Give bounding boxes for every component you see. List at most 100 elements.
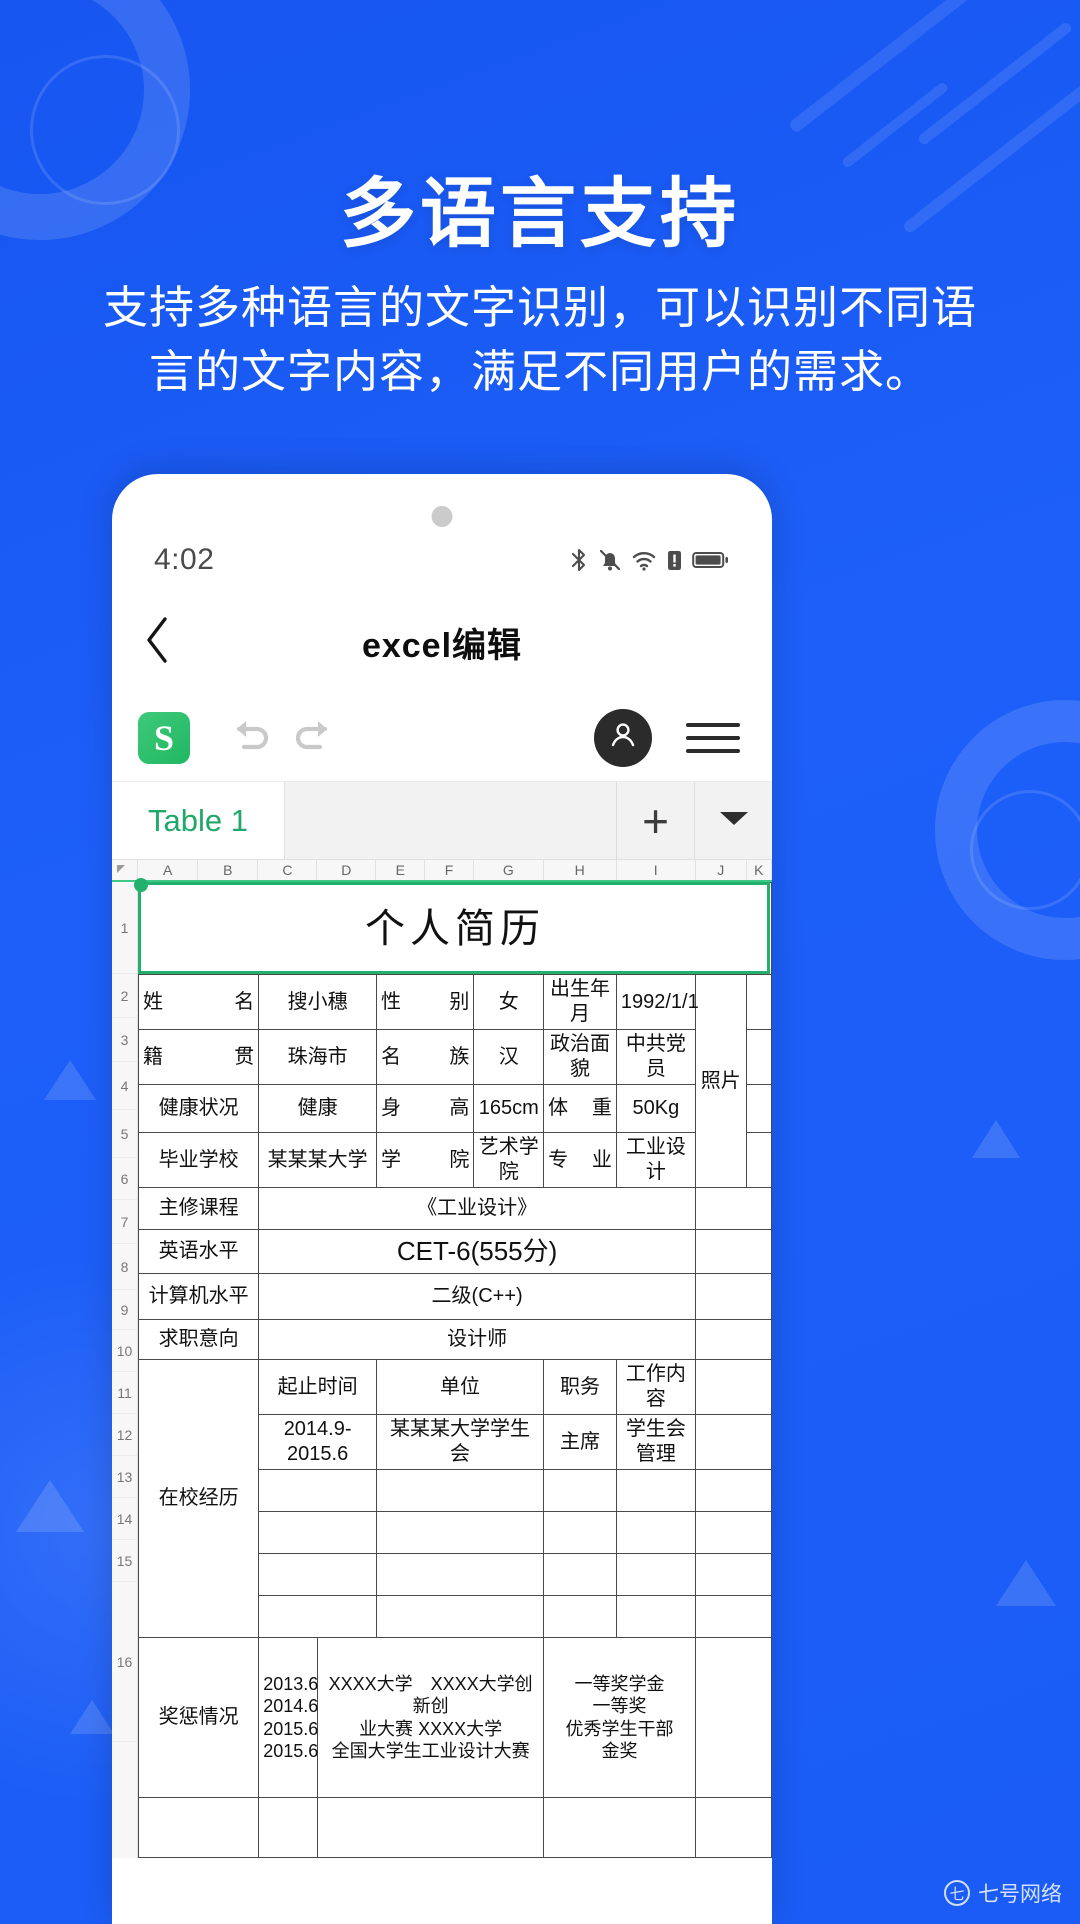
cell-empty[interactable] — [745, 1084, 772, 1133]
cell-height-label[interactable]: 身高 — [375, 1084, 475, 1133]
column-header-F[interactable]: F — [425, 860, 474, 880]
row-header-15[interactable]: 15 — [112, 1540, 137, 1582]
cell-awards-dates[interactable]: 2013.6 2014.6 2015.6 2015.6 — [258, 1637, 318, 1798]
cell-birth-value[interactable]: 1992/1/1 — [615, 974, 699, 1030]
undo-button[interactable] — [220, 707, 282, 769]
cell-empty[interactable] — [694, 1187, 772, 1230]
column-header-E[interactable]: E — [376, 860, 426, 880]
account-avatar-button[interactable] — [594, 708, 652, 767]
cell-awards-events[interactable]: XXXX大学 XXXX大学创新创 业大赛 XXXX大学 全国大学生工业设计大赛 — [317, 1637, 545, 1798]
column-header-G[interactable]: G — [474, 860, 544, 880]
cell-photo[interactable]: 照片 — [694, 974, 747, 1188]
cell-empty[interactable] — [694, 1797, 772, 1858]
column-header-C[interactable]: C — [258, 860, 318, 880]
row-header-10[interactable]: 10 — [112, 1330, 137, 1372]
cell-empty[interactable] — [745, 974, 772, 1030]
cell-awards-results[interactable]: 一等奖学金 一等奖 优秀学生干部 金奖 — [543, 1637, 696, 1798]
cell-exp-role[interactable] — [543, 1595, 617, 1638]
cell-weight-label[interactable]: 体重 — [543, 1084, 617, 1133]
cell-college-label[interactable]: 学院 — [375, 1132, 475, 1188]
cell-sex-label[interactable]: 性别 — [375, 974, 475, 1030]
cell-exp-header-time[interactable]: 起止时间 — [258, 1359, 377, 1415]
cell-exp-role[interactable]: 主席 — [543, 1414, 617, 1470]
sheet-body[interactable]: 个人简历 姓名 搜小穗 性别 女 出生年月 1992/1/1 照片 籍贯 珠海市… — [134, 878, 772, 1858]
cell-intention-value[interactable]: 设计师 — [258, 1319, 696, 1360]
column-header-D[interactable]: D — [317, 860, 377, 880]
sheet-tab-table1[interactable]: Table 1 — [112, 782, 285, 859]
sheet-dropdown-button[interactable] — [694, 782, 772, 859]
column-header-I[interactable]: I — [617, 860, 696, 880]
cell-exp-unit[interactable] — [375, 1469, 545, 1512]
row-header-8[interactable]: 8 — [112, 1244, 137, 1290]
cell-courses-value[interactable]: 《工业设计》 — [258, 1187, 696, 1230]
cell-empty[interactable] — [694, 1595, 772, 1638]
cell-exp-work[interactable] — [615, 1595, 696, 1638]
cell-nation-value[interactable]: 汉 — [473, 1029, 545, 1085]
cell-exp-unit[interactable] — [375, 1553, 545, 1596]
cell-exp-time[interactable] — [258, 1553, 377, 1596]
cell-empty[interactable] — [694, 1511, 772, 1554]
cell-exp-time[interactable] — [258, 1469, 377, 1512]
cell-nation-label[interactable]: 名族 — [375, 1029, 475, 1085]
row-header-3[interactable]: 3 — [112, 1018, 137, 1062]
cell-empty[interactable] — [694, 1469, 772, 1512]
row-header-14[interactable]: 14 — [112, 1498, 137, 1540]
column-header-A[interactable]: A — [138, 860, 199, 880]
cell-politics-label[interactable]: 政治面貌 — [543, 1029, 617, 1085]
cell-english-value[interactable]: CET-6(555分) — [258, 1229, 696, 1274]
column-header-B[interactable]: B — [198, 860, 259, 880]
menu-button[interactable] — [686, 722, 740, 753]
grid-corner-button[interactable] — [112, 860, 138, 880]
cell-empty[interactable] — [258, 1797, 319, 1858]
row-header-16[interactable]: 16 — [112, 1582, 137, 1742]
cell-computer-value[interactable]: 二级(C++) — [258, 1273, 696, 1320]
cell-computer-label[interactable]: 计算机水平 — [137, 1273, 260, 1320]
cell-height-value[interactable]: 165cm — [473, 1084, 545, 1133]
cell-empty[interactable] — [694, 1637, 772, 1798]
cell-empty[interactable] — [137, 1797, 260, 1858]
row-header-6[interactable]: 6 — [112, 1158, 137, 1200]
row-header-13[interactable]: 13 — [112, 1456, 137, 1498]
cell-college-value[interactable]: 艺术学院 — [473, 1132, 545, 1188]
cell-school-label[interactable]: 毕业学校 — [137, 1132, 260, 1188]
row-header-7[interactable]: 7 — [112, 1200, 137, 1244]
cell-exp-header-role[interactable]: 职务 — [543, 1359, 617, 1415]
cell-empty[interactable] — [694, 1414, 772, 1470]
cell-name-value[interactable]: 搜小穗 — [258, 974, 377, 1030]
cell-major-label[interactable]: 专业 — [543, 1132, 617, 1188]
cell-courses-label[interactable]: 主修课程 — [137, 1187, 260, 1230]
cell-empty[interactable] — [543, 1797, 696, 1858]
cell-exp-time[interactable] — [258, 1511, 377, 1554]
column-header-K[interactable]: K — [747, 860, 772, 880]
cell-exp-unit[interactable]: 某某某大学学生会 — [375, 1414, 545, 1470]
cell-intention-label[interactable]: 求职意向 — [137, 1319, 260, 1360]
column-header-H[interactable]: H — [544, 860, 617, 880]
cell-empty[interactable] — [694, 1229, 772, 1274]
cell-awards-label[interactable]: 奖惩情况 — [137, 1637, 260, 1798]
redo-button[interactable] — [282, 707, 344, 769]
cell-empty[interactable] — [745, 1132, 772, 1188]
cell-weight-value[interactable]: 50Kg — [615, 1084, 696, 1133]
row-header-12[interactable]: 12 — [112, 1414, 137, 1456]
cell-empty[interactable] — [694, 1319, 772, 1360]
cell-school-value[interactable]: 某某某大学 — [258, 1132, 377, 1188]
cell-exp-unit[interactable] — [375, 1595, 545, 1638]
spreadsheet-grid[interactable]: ABCDEFGHIJK 1 2 3 4 5 6 7 8 9 10 11 12 13 14 15 16 个人简历 — [112, 860, 772, 1924]
row-header-9[interactable]: 9 — [112, 1290, 137, 1330]
cell-exp-work[interactable]: 学生会管理 — [615, 1414, 696, 1470]
add-sheet-button[interactable]: + — [616, 782, 694, 859]
cell-health-value[interactable]: 健康 — [258, 1084, 377, 1133]
cell-hometown-label[interactable]: 籍贯 — [137, 1029, 260, 1085]
cell-major-value[interactable]: 工业设计 — [615, 1132, 696, 1188]
cell-exp-role[interactable] — [543, 1511, 617, 1554]
cell-exp-role[interactable] — [543, 1469, 617, 1512]
row-header-4[interactable]: 4 — [112, 1062, 137, 1110]
cell-exp-work[interactable] — [615, 1511, 696, 1554]
resume-title[interactable]: 个人简历 — [138, 882, 772, 975]
row-header-11[interactable]: 11 — [112, 1372, 137, 1414]
cell-experience-label[interactable]: 在校经历 — [137, 1359, 260, 1638]
cell-hometown-value[interactable]: 珠海市 — [258, 1029, 377, 1085]
cell-name-label[interactable]: 姓名 — [137, 974, 260, 1030]
cell-birth-label[interactable]: 出生年月 — [543, 974, 617, 1030]
cell-exp-time[interactable]: 2014.9-2015.6 — [258, 1414, 377, 1470]
